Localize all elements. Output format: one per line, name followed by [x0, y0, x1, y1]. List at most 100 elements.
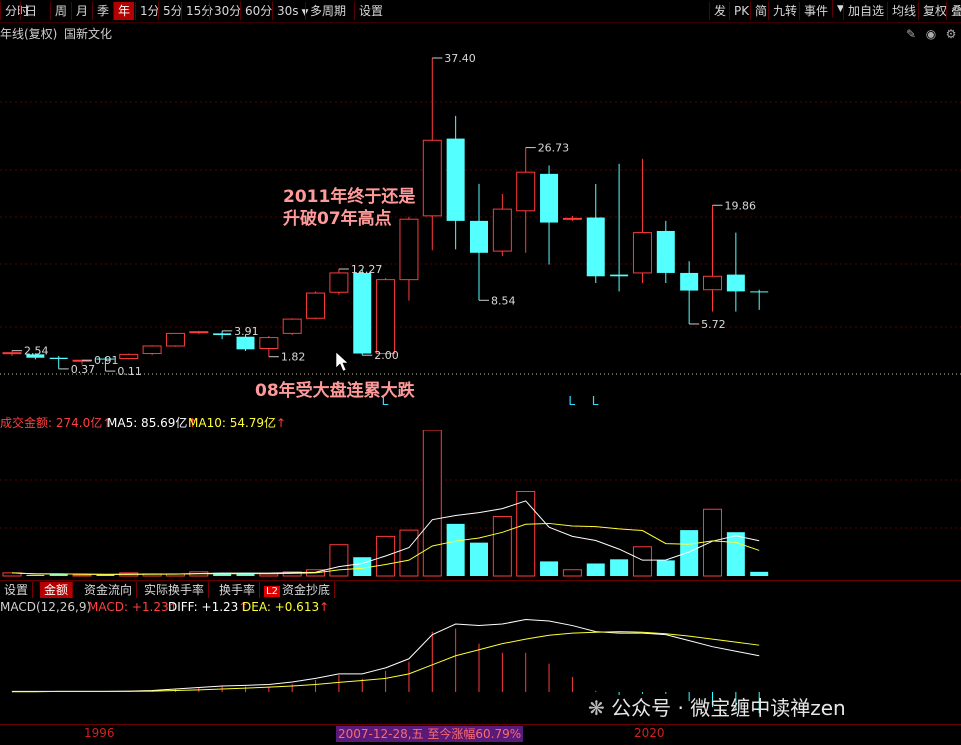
toolbar-right-label: 加自选 — [848, 4, 885, 18]
candle-body — [703, 275, 722, 291]
candle-body — [750, 291, 769, 293]
signal-marker: L — [592, 394, 599, 408]
toolbar-right-8[interactable]: 叠 — [946, 2, 961, 20]
candle-body — [586, 217, 605, 277]
candle-body — [610, 274, 629, 277]
period-tab-label: 季 — [97, 4, 110, 18]
period-tab-label: 设置 — [359, 4, 384, 18]
candlestick-chart: 2.54 0.370.910.11 3.91 1.82 12.27 2.00 37.40 8.… — [0, 52, 961, 408]
macd-dea: DEA: +0.613↑ — [242, 600, 330, 614]
candle-body — [680, 272, 699, 291]
price-label: 8.54 — [491, 294, 516, 307]
indicator-tabbar: 设置 金额 资金流向 实际换手率 换手率 L2 资金抄底 — [0, 580, 961, 599]
period-tab-1[interactable]: 日 — [20, 2, 41, 20]
toolbar-right-label: 九转 — [773, 4, 798, 18]
price-label: 26.73 — [538, 142, 570, 155]
price-label: 0.91 — [94, 354, 119, 367]
macd-value-text: MACD: +1.23 — [88, 600, 169, 614]
macd-value: MACD: +1.23↑ — [88, 600, 179, 614]
macd-diff-text: DIFF: +1.23 — [168, 600, 239, 614]
indicator-tab-label: 资金抄底 — [281, 583, 330, 597]
indicator-tab-2[interactable]: 资金流向 — [80, 582, 138, 598]
candle-body — [492, 208, 512, 252]
indicator-tab-3[interactable]: 实际换手率 — [140, 582, 210, 598]
period-tab-label: 多周期 — [310, 4, 347, 18]
volume-bar — [492, 516, 512, 577]
mouse-cursor-icon — [335, 351, 349, 372]
toolbar-right-5[interactable]: 加自选 — [843, 2, 888, 20]
candle-body — [236, 336, 255, 350]
candle-body — [540, 173, 559, 223]
volume-bar — [26, 574, 45, 576]
toolbar-right-label: PK — [734, 4, 750, 18]
candle-body — [2, 352, 22, 355]
volume-bar — [422, 430, 442, 577]
macd-dea-text: DEA: +0.613 — [242, 600, 320, 614]
watermark: ❋ 公众号 · 微宝缠中读禅zen — [588, 692, 846, 721]
price-label: 3.91 — [234, 325, 259, 338]
indicator-tab-5[interactable]: L2 资金抄底 — [260, 582, 335, 598]
period-tab-label: 5分 — [163, 4, 183, 18]
indicator-tab-label: 换手率 — [219, 583, 256, 597]
annotation-top: 2011年终于还是 升破07年高点 — [283, 186, 415, 230]
l2-badge: L2 — [264, 586, 280, 597]
macd-label: MACD(12,26,9) — [0, 600, 92, 614]
period-tab-label: 月 — [76, 4, 89, 18]
toolbar-right-label: 事件 — [804, 4, 829, 18]
volume-amount: 成交金额: 274.0亿↑ — [0, 416, 113, 430]
volume-bar — [586, 563, 605, 576]
candle-body — [353, 272, 372, 354]
period-tab-label: 30s — [277, 4, 299, 18]
volume-bar — [516, 491, 536, 577]
candle-body — [49, 357, 68, 359]
volume-bar — [703, 508, 722, 577]
volume-bar — [329, 544, 349, 577]
cursor-status: 2007-12-28,五 至今涨幅60.79% — [336, 726, 524, 742]
indicator-tab-label: 设置 — [4, 583, 29, 597]
toolbar-right-4[interactable]: 事件 ▼ — [799, 0, 844, 20]
candle-body — [189, 331, 209, 334]
indicator-tab-1[interactable]: 金额 — [40, 582, 74, 598]
toolbar-right-0[interactable]: 发 — [709, 2, 730, 20]
time-axis: 1996 2007-12-28,五 至今涨幅60.79% 2020 — [0, 724, 961, 745]
annotation-bottom: 08年受大盘连累大跌 — [255, 381, 415, 401]
period-tab-12[interactable]: 多周期 — [305, 2, 350, 20]
toolbar-right-label: 简 — [755, 4, 768, 18]
volume-bar — [72, 574, 92, 577]
volume-bar — [750, 571, 769, 576]
volume-bar — [470, 542, 488, 576]
volume-ma10: MA10: 54.79亿↑ — [188, 416, 287, 430]
annotation-top-line1: 2011年终于还是 — [283, 187, 416, 207]
volume-bar — [656, 560, 675, 576]
indicator-tab-0[interactable]: 设置 — [0, 582, 34, 598]
price-label: 12.27 — [351, 263, 383, 276]
price-label: 1.82 — [281, 351, 306, 364]
wechat-icon: ❋ — [588, 696, 605, 720]
period-tab-4[interactable]: 季 — [92, 2, 113, 20]
volume-bar — [680, 530, 699, 576]
candle-body — [422, 139, 442, 217]
candle-body — [446, 138, 465, 221]
period-tab-label: 1分 — [140, 4, 160, 18]
candle-body — [259, 337, 279, 349]
axis-year-1996: 1996 — [84, 726, 115, 740]
period-tab-5[interactable]: 年 — [113, 2, 135, 20]
period-tab-2[interactable]: 周 — [50, 2, 71, 20]
candle-body — [306, 292, 326, 319]
volume-amount-text: 成交金额: 274.0亿 — [0, 416, 103, 430]
signal-marker: L — [568, 394, 575, 408]
toolbar-right-label: 发 — [714, 4, 727, 18]
toolbar-right-3[interactable]: 九转 — [768, 2, 801, 20]
period-tab-3[interactable]: 月 — [71, 2, 92, 20]
volume-ma5-text: MA5: 85.69亿 — [107, 416, 188, 430]
volume-bar — [726, 532, 745, 576]
toolbar-right-6[interactable]: 均线 — [887, 2, 920, 20]
period-tab-label: 年 — [118, 4, 131, 18]
watermark-text: 公众号 · 微宝缠中读禅zen — [611, 696, 846, 720]
indicator-tab-4[interactable]: 换手率 — [215, 582, 261, 598]
candle-body — [213, 333, 232, 336]
candle-body — [562, 217, 582, 220]
period-tab-13[interactable]: 设置 — [354, 2, 387, 20]
period-tab-10[interactable]: 60分 — [240, 2, 276, 20]
price-label: 2.00 — [374, 349, 399, 362]
